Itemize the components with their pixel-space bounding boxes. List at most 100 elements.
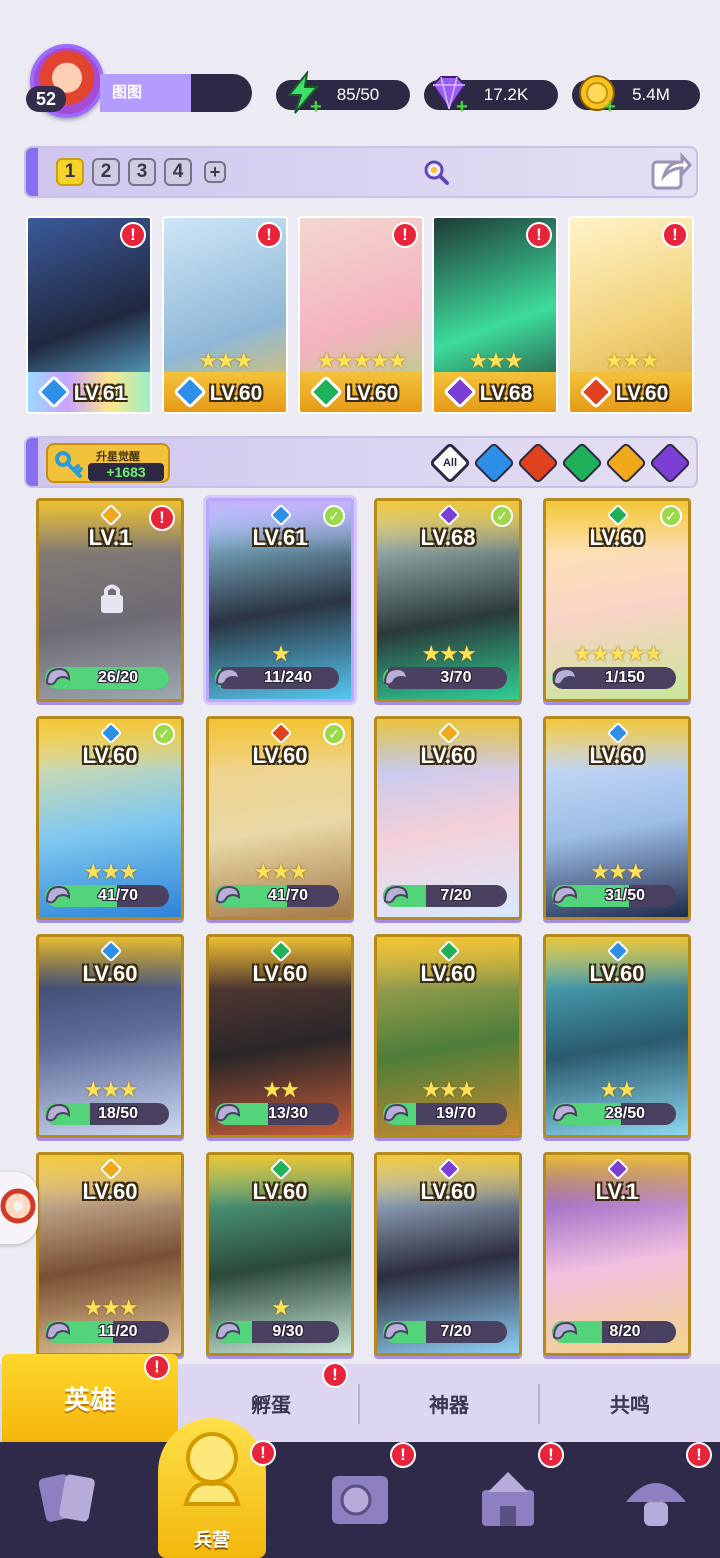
hero-card[interactable]: LV.60 ★★ 28/50: [543, 934, 691, 1138]
filter-nature-icon[interactable]: [560, 441, 604, 485]
shard-icon: [215, 1103, 241, 1122]
hero-level: LV.60: [420, 743, 476, 768]
hero-level: LV.60: [252, 961, 308, 986]
nav-barracks-alert-icon: !: [250, 1440, 276, 1466]
hero-card[interactable]: LV.60 ★★★ 41/70 ✓: [206, 716, 354, 920]
gem-plus-icon[interactable]: +: [456, 97, 474, 117]
hero-card[interactable]: LV.60 ★★★ 31/50: [543, 716, 691, 920]
hero-card[interactable]: LV.1 8/20: [543, 1152, 691, 1356]
hero-card[interactable]: LV.68 ★★★ 3/70 ✓: [374, 498, 522, 702]
shard-icon: [215, 667, 241, 686]
hero-card[interactable]: LV.60 ★★★ 19/70: [374, 934, 522, 1138]
check-icon: ✓: [660, 505, 682, 527]
tab-resonance[interactable]: 共鸣: [540, 1364, 720, 1442]
team-hero-card[interactable]: ★★★ LV.60!: [162, 216, 288, 414]
floating-avatar-button[interactable]: [0, 1172, 38, 1244]
tab-hatch-label: 孵蛋: [251, 1394, 291, 1417]
hero-level: LV.1: [595, 1179, 639, 1204]
shard-icon: [45, 1103, 71, 1122]
zoom-icon[interactable]: [422, 158, 450, 186]
hero-card[interactable]: LV.60 ★★ 13/30: [206, 934, 354, 1138]
nav-barracks-label: 兵营: [194, 1530, 230, 1550]
hero-level: LV.68: [479, 382, 533, 405]
team-tab-4[interactable]: 4: [164, 158, 192, 186]
cards-icon: [38, 1474, 95, 1522]
alert-icon: !: [120, 222, 146, 248]
shard-icon: [383, 885, 409, 904]
hero-level: LV.60: [82, 961, 138, 986]
nav-castle-alert-icon: !: [538, 1442, 564, 1468]
shard-icon: [45, 885, 71, 904]
hero-level: LV.60: [252, 1179, 308, 1204]
nav-castle[interactable]: !: [448, 1442, 568, 1552]
hero-card[interactable]: LV.60 ★★★★★ 1/150 ✓: [543, 498, 691, 702]
hero-stars: ★★★: [604, 348, 659, 373]
gold-plus-icon[interactable]: +: [604, 97, 622, 117]
hero-card[interactable]: LV.60 ★ 9/30: [206, 1152, 354, 1356]
team-hero-card[interactable]: ★★★ LV.68!: [432, 216, 558, 414]
team-hero-card[interactable]: LV.61!: [26, 216, 152, 414]
gold-coin-icon: +: [574, 70, 622, 117]
hero-card[interactable]: LV.60 ★★★ 41/70 ✓: [36, 716, 184, 920]
team-hero-card[interactable]: ★★★ LV.60!: [568, 216, 694, 414]
alert-icon: !: [256, 222, 282, 248]
tab-heroes[interactable]: 英雄 !: [2, 1354, 178, 1442]
hero-card[interactable]: LV.61 ★ 11/240 ✓: [206, 498, 354, 702]
filter-light-icon[interactable]: [604, 441, 648, 485]
team-tab-add[interactable]: +: [204, 161, 226, 183]
filter-water-icon[interactable]: [472, 441, 516, 485]
nav-map[interactable]: !: [300, 1442, 420, 1552]
shard-icon: [383, 1321, 409, 1340]
filter-dark-icon[interactable]: [648, 441, 692, 485]
energy-bolt-icon: +: [280, 70, 328, 117]
barracks-icon: [183, 1432, 241, 1506]
shard-icon: [383, 667, 409, 686]
tab-heroes-label: 英雄: [63, 1384, 116, 1415]
nav-mushroom[interactable]: !: [596, 1442, 716, 1552]
hero-card[interactable]: LV.60 7/20: [374, 1152, 522, 1356]
player-level-badge: 52: [26, 86, 66, 112]
sub-tabs: 英雄 ! 孵蛋 ! 神器 共鸣: [0, 1354, 720, 1442]
shard-icon: [552, 667, 578, 686]
team-bar: 1 2 3 4 +: [24, 146, 698, 198]
hero-level: LV.61: [73, 382, 127, 405]
hero-level: LV.60: [82, 743, 138, 768]
hero-card[interactable]: LV.60 ★★★ 18/50: [36, 934, 184, 1138]
team-tab-2[interactable]: 2: [92, 158, 120, 186]
energy-plus-icon[interactable]: +: [310, 97, 328, 117]
star-awaken-button[interactable]: 升星觉醒 +1683: [46, 443, 170, 483]
team-tab-1[interactable]: 1: [56, 158, 84, 186]
tab-artifact[interactable]: 神器: [360, 1364, 538, 1442]
team-tab-3[interactable]: 3: [128, 158, 156, 186]
check-icon: ✓: [153, 723, 175, 745]
hero-level: LV.60: [589, 743, 645, 768]
player-name: 图图: [100, 74, 252, 112]
lock-icon: [101, 584, 123, 613]
filter-fire-icon[interactable]: [516, 441, 560, 485]
shard-icon: [215, 885, 241, 904]
tab-artifact-label: 神器: [429, 1394, 469, 1417]
nav-cards[interactable]: !: [10, 1448, 130, 1552]
team-hero-card[interactable]: ★★★★★ LV.60!: [298, 216, 424, 414]
hero-level: LV.60: [615, 382, 669, 405]
hero-level: LV.60: [345, 382, 399, 405]
hero-card[interactable]: LV.60 7/20: [374, 716, 522, 920]
nav-map-alert-icon: !: [390, 1442, 416, 1468]
check-icon: ✓: [323, 505, 345, 527]
hero-stars: ★★★: [198, 348, 253, 373]
share-icon[interactable]: [650, 152, 693, 192]
hero-stars: ★★★: [468, 348, 523, 373]
shard-icon: [215, 1321, 241, 1340]
hero-level: LV.60: [589, 525, 645, 550]
awaken-value: +1683: [88, 463, 164, 481]
filter-bar: 升星觉醒 +1683 All: [24, 436, 698, 488]
gem-icon: +: [426, 70, 474, 117]
hero-level: LV.60: [252, 743, 308, 768]
nav-barracks[interactable]: 兵营 !: [158, 1418, 276, 1558]
shard-icon: [552, 1321, 578, 1340]
check-icon: ✓: [491, 505, 513, 527]
awaken-label: 升星觉醒: [96, 451, 140, 463]
hero-card[interactable]: LV.1 26/20!: [36, 498, 184, 702]
filter-all-button[interactable]: All: [428, 441, 472, 485]
hero-card[interactable]: LV.60 ★★★ 11/20: [36, 1152, 184, 1356]
